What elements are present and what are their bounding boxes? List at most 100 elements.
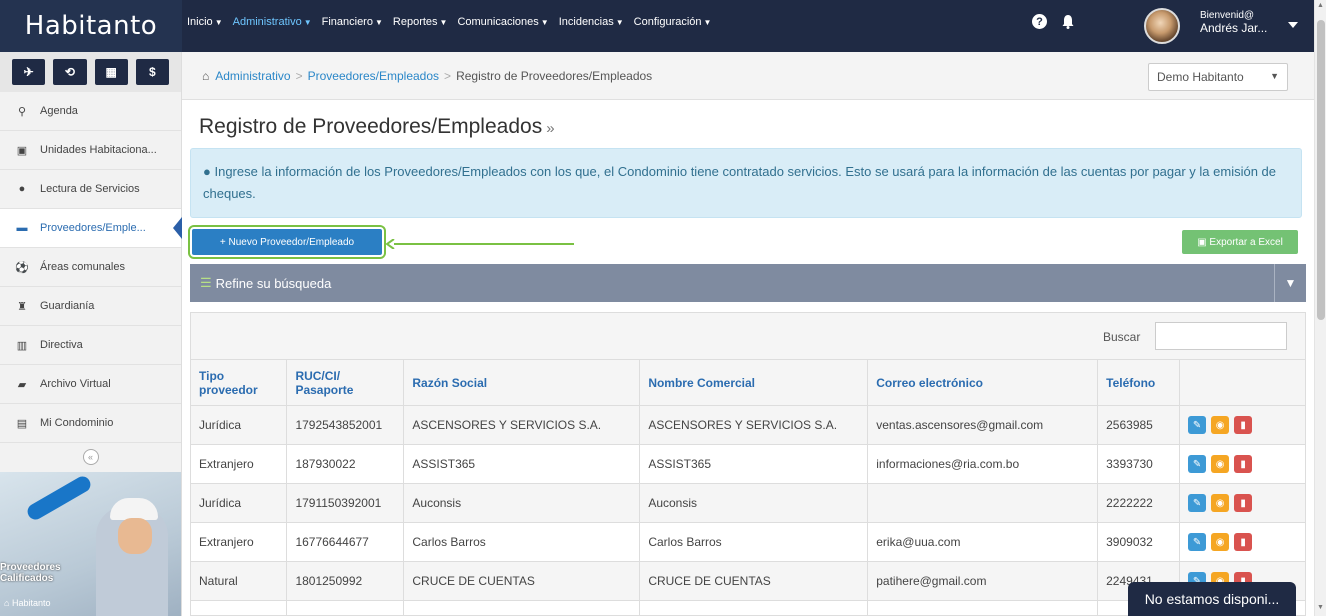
- column-header[interactable]: RUC/CI/ Pasaporte: [286, 359, 405, 406]
- sidebar-item-6[interactable]: ♜ Guardianía: [0, 287, 181, 326]
- sidebar-item-8[interactable]: ▰ Archivo Virtual: [0, 365, 181, 404]
- edit-icon[interactable]: ✎: [1188, 455, 1207, 473]
- scroll-up-icon[interactable]: ▲: [1317, 2, 1324, 9]
- column-header[interactable]: Tipo proveedor: [191, 359, 288, 406]
- table-cell: Edison Oviedo: [403, 600, 641, 615]
- sidebar-item-1[interactable]: ⚲ Agenda: [0, 92, 181, 131]
- edit-icon[interactable]: ✎: [1188, 416, 1207, 434]
- sidebar-item-4[interactable]: ▬ Proveedores/Emple...: [0, 209, 182, 248]
- nav-item-configuracin[interactable]: Configuración ▼: [634, 16, 712, 28]
- nav-item-reportes[interactable]: Reportes ▼: [393, 16, 448, 28]
- sidebar-item-2[interactable]: ▣ Unidades Habitaciona...: [0, 131, 181, 170]
- table-cell: 1724590169: [286, 600, 405, 615]
- caret-down-icon: ▼: [703, 18, 712, 27]
- search-input[interactable]: [1155, 322, 1287, 350]
- delete-icon[interactable]: ▮: [1234, 533, 1253, 551]
- nav-item-inicio[interactable]: Inicio ▼: [187, 16, 223, 28]
- info-alert: ● Ingrese la información de los Proveedo…: [190, 148, 1302, 218]
- delete-icon[interactable]: ▮: [1234, 416, 1253, 434]
- nav-item-financiero[interactable]: Financiero ▼: [322, 16, 383, 28]
- dollar-icon[interactable]: $: [135, 59, 169, 85]
- new-provider-button[interactable]: + Nuevo Proveedor/Empleado: [188, 225, 386, 259]
- paper-plane-icon[interactable]: ✈: [12, 59, 46, 85]
- user-welcome[interactable]: Bienvenid@ Andrés Jar...: [1200, 10, 1267, 34]
- page-title-text: Registro de Proveedores/Empleados: [199, 115, 543, 138]
- table-row[interactable]: Extranjero 16776644677 Carlos Barros Carlos…: [191, 522, 1305, 562]
- brand-logo[interactable]: Habitanto: [0, 0, 182, 52]
- table-row[interactable]: Jurídica 1792543852001 ASCENSORES Y SERVIC…: [191, 405, 1305, 445]
- table-cell: Carlos Barros: [403, 522, 641, 562]
- main-menu: Inicio ▼ Administrativo ▼ Financiero ▼ Reporte…: [187, 16, 711, 28]
- table-cell: ASSIST365: [639, 444, 869, 484]
- guard-icon: ♜: [17, 300, 27, 313]
- sidebar-item-9[interactable]: ▤ Mi Condominio: [0, 404, 181, 443]
- building-icon: ▣: [16, 144, 28, 157]
- export-excel-button[interactable]: ▣ Exportar a Excel: [1182, 230, 1298, 254]
- row-actions: ✎◉▮: [1179, 405, 1305, 445]
- sidebar-item-5[interactable]: ⚽ Áreas comunales: [0, 248, 181, 287]
- help-icon[interactable]: ?: [1032, 14, 1047, 29]
- breadcrumb: ⌂ Administrativo > Proveedores/Empleados…: [182, 52, 1314, 100]
- promo-banner[interactable]: Proveedores Calificados ⌂ Habitanto: [0, 472, 181, 616]
- nav-item-label: Administrativo: [232, 16, 302, 28]
- scrollbar-thumb[interactable]: [1317, 20, 1325, 320]
- scroll-down-icon[interactable]: ▼: [1317, 604, 1324, 611]
- table-cell: Jurídica: [191, 405, 288, 445]
- nav-item-incidencias[interactable]: Incidencias ▼: [559, 16, 624, 28]
- sidebar-item-7[interactable]: ▥ Directiva: [0, 326, 181, 365]
- row-actions: ✎◉▮: [1179, 483, 1305, 523]
- providers-table: Tipo proveedor RUC/CI/ Pasaporte Razón Soc…: [191, 359, 1305, 615]
- view-icon[interactable]: ◉: [1211, 533, 1230, 551]
- table-cell: Edison Oviedo: [639, 600, 869, 615]
- home-icon[interactable]: ⌂: [202, 69, 209, 83]
- chevron-down-icon: ▼: [1270, 71, 1279, 81]
- collapse-sidebar-button[interactable]: «: [82, 449, 99, 465]
- nav-item-administrativo[interactable]: Administrativo ▼: [233, 16, 312, 28]
- breadcrumb-current: Registro de Proveedores/Empleados: [456, 68, 653, 83]
- sidebar: ✈ ⟲ ▦ $ ⚲ Agenda ▣ Unidades Habitaciona... ● Lec…: [0, 52, 182, 616]
- chevron-down-icon[interactable]: ▼: [1274, 264, 1306, 302]
- book-icon: ▰: [17, 378, 27, 391]
- breadcrumb-item-proveedores[interactable]: Proveedores/Empleados: [308, 69, 439, 83]
- table-cell: ventas.ascensores@gmail.com: [867, 405, 1099, 445]
- user-menu[interactable]: Bienvenid@ Andrés Jar...: [1066, 0, 1312, 52]
- table-row[interactable]: Jurídica 1791150392001 Auconsis Auconsis 222…: [191, 483, 1305, 523]
- sidebar-item-3[interactable]: ● Lectura de Servicios: [0, 170, 181, 209]
- calculator-icon[interactable]: ▦: [94, 59, 128, 85]
- promo-logo-icon: ⌂: [4, 598, 10, 608]
- promo-brand: ⌂ Habitanto: [4, 598, 50, 608]
- delete-icon[interactable]: ▮: [1234, 494, 1253, 512]
- page-scrollbar[interactable]: ▲ ▼: [1314, 0, 1326, 616]
- column-header[interactable]: Correo electrónico: [867, 359, 1099, 406]
- view-icon[interactable]: ◉: [1211, 416, 1230, 434]
- edit-icon[interactable]: ✎: [1188, 533, 1207, 551]
- breadcrumb-item-administrativo[interactable]: Administrativo: [215, 69, 290, 83]
- providers-table-panel: Buscar Tipo proveedor RUC/CI/ Pasaporte Ra…: [190, 312, 1306, 616]
- history-icon[interactable]: ⟲: [53, 59, 87, 85]
- table-cell: informaciones@ria.com.bo: [867, 444, 1099, 484]
- view-icon[interactable]: ◉: [1211, 494, 1230, 512]
- table-cell: ASSIST365: [403, 444, 641, 484]
- avatar[interactable]: [1144, 8, 1180, 44]
- caret-down-icon: ▼: [439, 18, 448, 27]
- refine-label: Refine su búsqueda: [215, 275, 332, 291]
- table-row[interactable]: Extranjero 187930022 ASSIST365 ASSIST365 inf…: [191, 444, 1305, 484]
- table-cell: CRUCE DE CUENTAS: [639, 561, 869, 601]
- nav-item-comunicaciones[interactable]: Comunicaciones ▼: [457, 16, 548, 28]
- refine-search-panel[interactable]: ☰ Refine su búsqueda ▼: [190, 264, 1306, 302]
- agenda-icon: ⚲: [17, 105, 27, 118]
- hard-hat-image: [110, 498, 158, 520]
- company-select[interactable]: Demo Habitanto ▼: [1148, 63, 1288, 91]
- table-cell: 3393730: [1097, 444, 1181, 484]
- edit-icon[interactable]: ✎: [1188, 494, 1207, 512]
- delete-icon[interactable]: ▮: [1234, 455, 1253, 473]
- caret-down-icon: ▼: [303, 18, 312, 27]
- nav-item-label: Financiero: [321, 16, 373, 28]
- column-header[interactable]: Teléfono: [1097, 359, 1181, 406]
- view-icon[interactable]: ◉: [1211, 455, 1230, 473]
- nav-item-label: Reportes: [392, 16, 438, 28]
- column-header[interactable]: Razón Social: [403, 359, 641, 406]
- column-header[interactable]: Nombre Comercial: [639, 359, 869, 406]
- chat-widget[interactable]: No estamos disponi...: [1128, 582, 1296, 616]
- user-dropdown-caret-icon[interactable]: [1288, 22, 1298, 28]
